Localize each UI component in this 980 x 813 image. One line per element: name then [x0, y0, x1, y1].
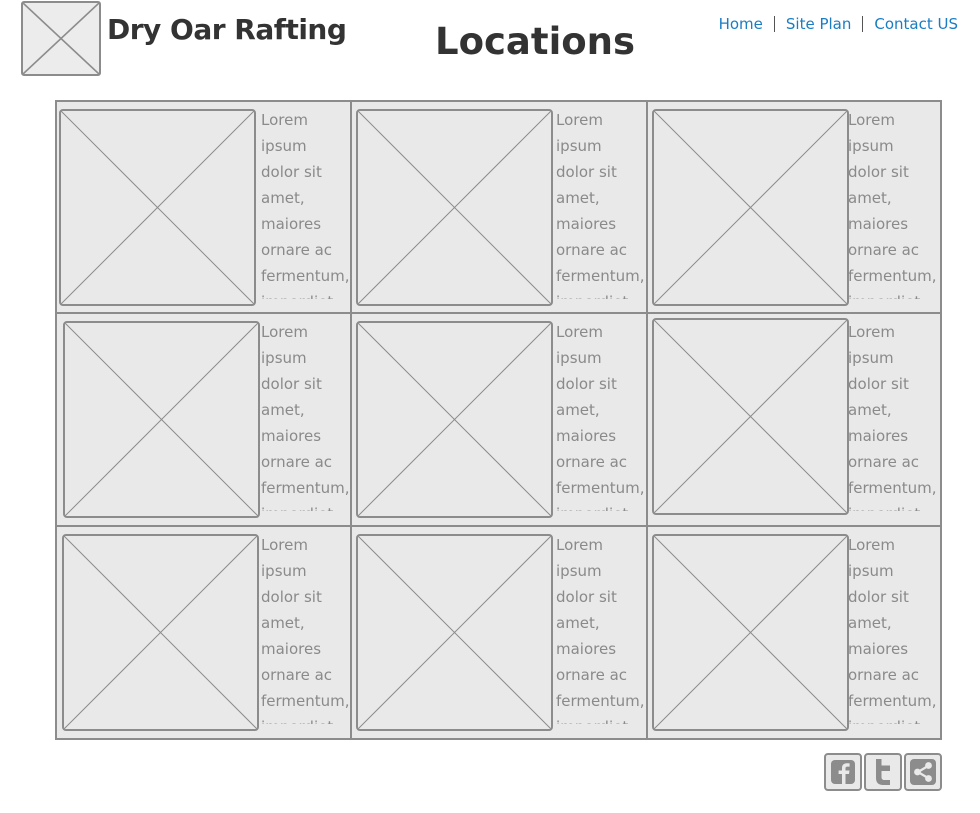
location-image-placeholder[interactable] [652, 318, 849, 515]
facebook-icon [831, 760, 855, 784]
location-card[interactable]: Lorem ipsum dolor sit amet, maiores orna… [57, 314, 352, 527]
location-card[interactable]: Lorem ipsum dolor sit amet, maiores orna… [352, 102, 648, 314]
logo-placeholder[interactable] [21, 1, 101, 76]
location-image-placeholder[interactable] [62, 534, 259, 731]
twitter-button[interactable] [864, 753, 902, 791]
location-image-placeholder[interactable] [356, 534, 553, 731]
twitter-icon [876, 759, 890, 785]
page-title: Locations [435, 20, 636, 63]
location-card[interactable]: Lorem ipsum dolor sit amet, maiores orna… [648, 527, 940, 740]
facebook-button[interactable] [824, 753, 862, 791]
nav-separator [862, 16, 864, 32]
location-description: Lorem ipsum dolor sit amet, maiores orna… [261, 536, 350, 724]
location-card[interactable]: Lorem ipsum dolor sit amet, maiores orna… [352, 314, 648, 527]
location-card[interactable]: Lorem ipsum dolor sit amet, maiores orna… [648, 102, 940, 314]
location-image-placeholder[interactable] [356, 321, 553, 518]
location-description: Lorem ipsum dolor sit amet, maiores orna… [848, 536, 937, 724]
location-description: Lorem ipsum dolor sit amet, maiores orna… [848, 111, 937, 299]
location-card[interactable]: Lorem ipsum dolor sit amet, maiores orna… [57, 102, 352, 314]
location-card[interactable]: Lorem ipsum dolor sit amet, maiores orna… [352, 527, 648, 740]
location-description: Lorem ipsum dolor sit amet, maiores orna… [261, 323, 350, 511]
location-description: Lorem ipsum dolor sit amet, maiores orna… [556, 323, 645, 511]
location-image-placeholder[interactable] [356, 109, 553, 306]
top-navigation: Home Site Plan Contact US [719, 15, 958, 33]
location-image-placeholder[interactable] [652, 534, 849, 731]
locations-grid: Lorem ipsum dolor sit amet, maiores orna… [55, 100, 942, 740]
location-description: Lorem ipsum dolor sit amet, maiores orna… [556, 111, 645, 299]
location-card[interactable]: Lorem ipsum dolor sit amet, maiores orna… [57, 527, 352, 740]
location-image-placeholder[interactable] [59, 109, 256, 306]
social-buttons [824, 753, 942, 791]
location-image-placeholder[interactable] [652, 109, 849, 306]
location-card[interactable]: Lorem ipsum dolor sit amet, maiores orna… [648, 314, 940, 527]
location-description: Lorem ipsum dolor sit amet, maiores orna… [556, 536, 645, 724]
nav-link-site-plan[interactable]: Site Plan [786, 15, 851, 33]
location-description: Lorem ipsum dolor sit amet, maiores orna… [848, 323, 937, 511]
nav-separator [773, 16, 775, 32]
location-image-placeholder[interactable] [63, 321, 260, 518]
nav-link-home[interactable]: Home [719, 15, 763, 33]
nav-link-contact-us[interactable]: Contact US [874, 15, 958, 33]
location-description: Lorem ipsum dolor sit amet, maiores orna… [261, 111, 350, 299]
site-name[interactable]: Dry Oar Rafting [107, 13, 347, 46]
share-icon [910, 759, 936, 785]
share-button[interactable] [904, 753, 942, 791]
